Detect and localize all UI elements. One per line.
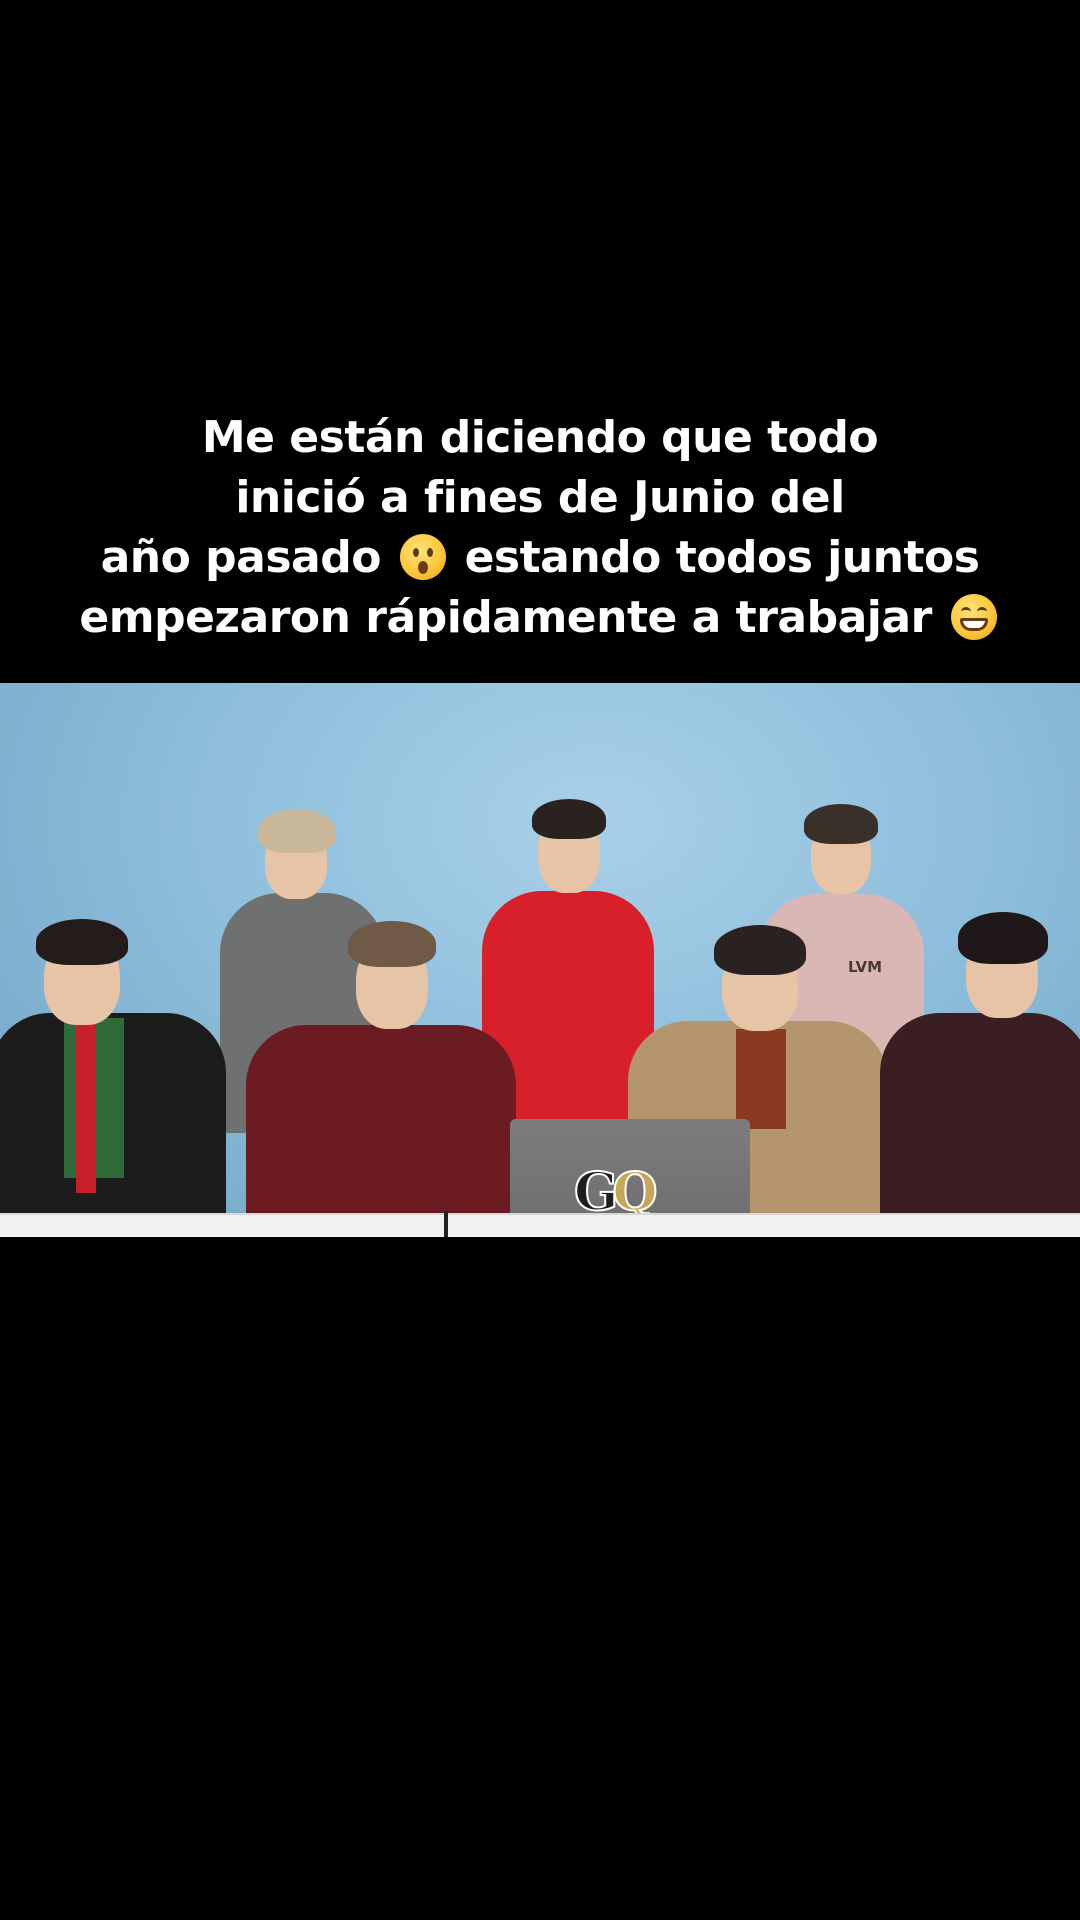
caption-line-1: Me están diciendo que todo xyxy=(201,412,879,463)
caption-line-2: inició a fines de Junio del xyxy=(235,472,845,523)
grinning-face-emoji-icon xyxy=(950,594,997,640)
microphone-cable xyxy=(444,1211,448,1237)
person-front-2 xyxy=(246,915,516,1237)
caption: Me están diciendo que todo inició a fine… xyxy=(0,408,1080,648)
caption-line-3-end: estando todos juntos xyxy=(464,532,980,583)
desk xyxy=(0,1213,1080,1237)
hushed-face-emoji-icon xyxy=(399,534,446,580)
person-front-1 xyxy=(0,913,230,1237)
video-frame[interactable]: LVM GQ xyxy=(0,683,1080,1237)
caption-line-3: año pasado estando todos juntos xyxy=(0,528,1080,588)
person-front-4 xyxy=(880,908,1080,1237)
caption-line-3-start: año pasado xyxy=(100,532,382,583)
caption-line-4: empezaron rápidamente a trabajar xyxy=(0,588,1080,648)
caption-line-4-text: empezaron rápidamente a trabajar xyxy=(79,592,932,643)
